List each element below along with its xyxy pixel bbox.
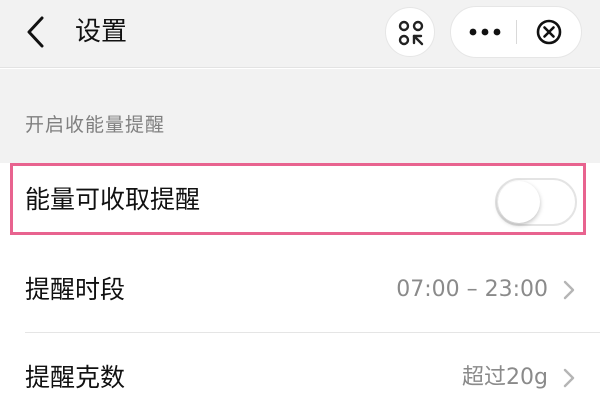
chevron-right-icon xyxy=(563,368,575,388)
grams-value: 超过20g xyxy=(462,365,548,390)
scan-button[interactable] xyxy=(385,7,435,57)
page-title: 设置 xyxy=(75,17,128,47)
close-circle-icon xyxy=(536,19,562,45)
chevron-left-icon xyxy=(27,16,44,48)
more-button[interactable] xyxy=(459,15,511,49)
time-period-row[interactable]: 提醒时段 07:00 – 23:00 xyxy=(0,243,600,333)
scan-icon xyxy=(398,20,424,46)
section-header: 开启收能量提醒 xyxy=(0,69,600,163)
navigation-bar: 设置 xyxy=(0,0,600,68)
energy-reminder-label: 能量可收取提醒 xyxy=(25,185,201,214)
chevron-right-icon xyxy=(563,280,575,300)
time-period-label: 提醒时段 xyxy=(25,275,126,304)
time-period-value: 07:00 – 23:00 xyxy=(396,277,548,302)
energy-reminder-toggle[interactable] xyxy=(495,178,577,226)
close-button[interactable] xyxy=(529,13,569,51)
section-header-label: 开启收能量提醒 xyxy=(25,114,166,136)
capsule-divider xyxy=(516,20,517,44)
grams-row[interactable]: 提醒克数 超过20g xyxy=(0,333,600,400)
back-button[interactable] xyxy=(22,14,52,50)
grams-label: 提醒克数 xyxy=(25,363,126,392)
toggle-knob xyxy=(498,181,540,223)
more-dots-icon xyxy=(469,28,501,36)
mini-program-capsule xyxy=(450,6,582,58)
